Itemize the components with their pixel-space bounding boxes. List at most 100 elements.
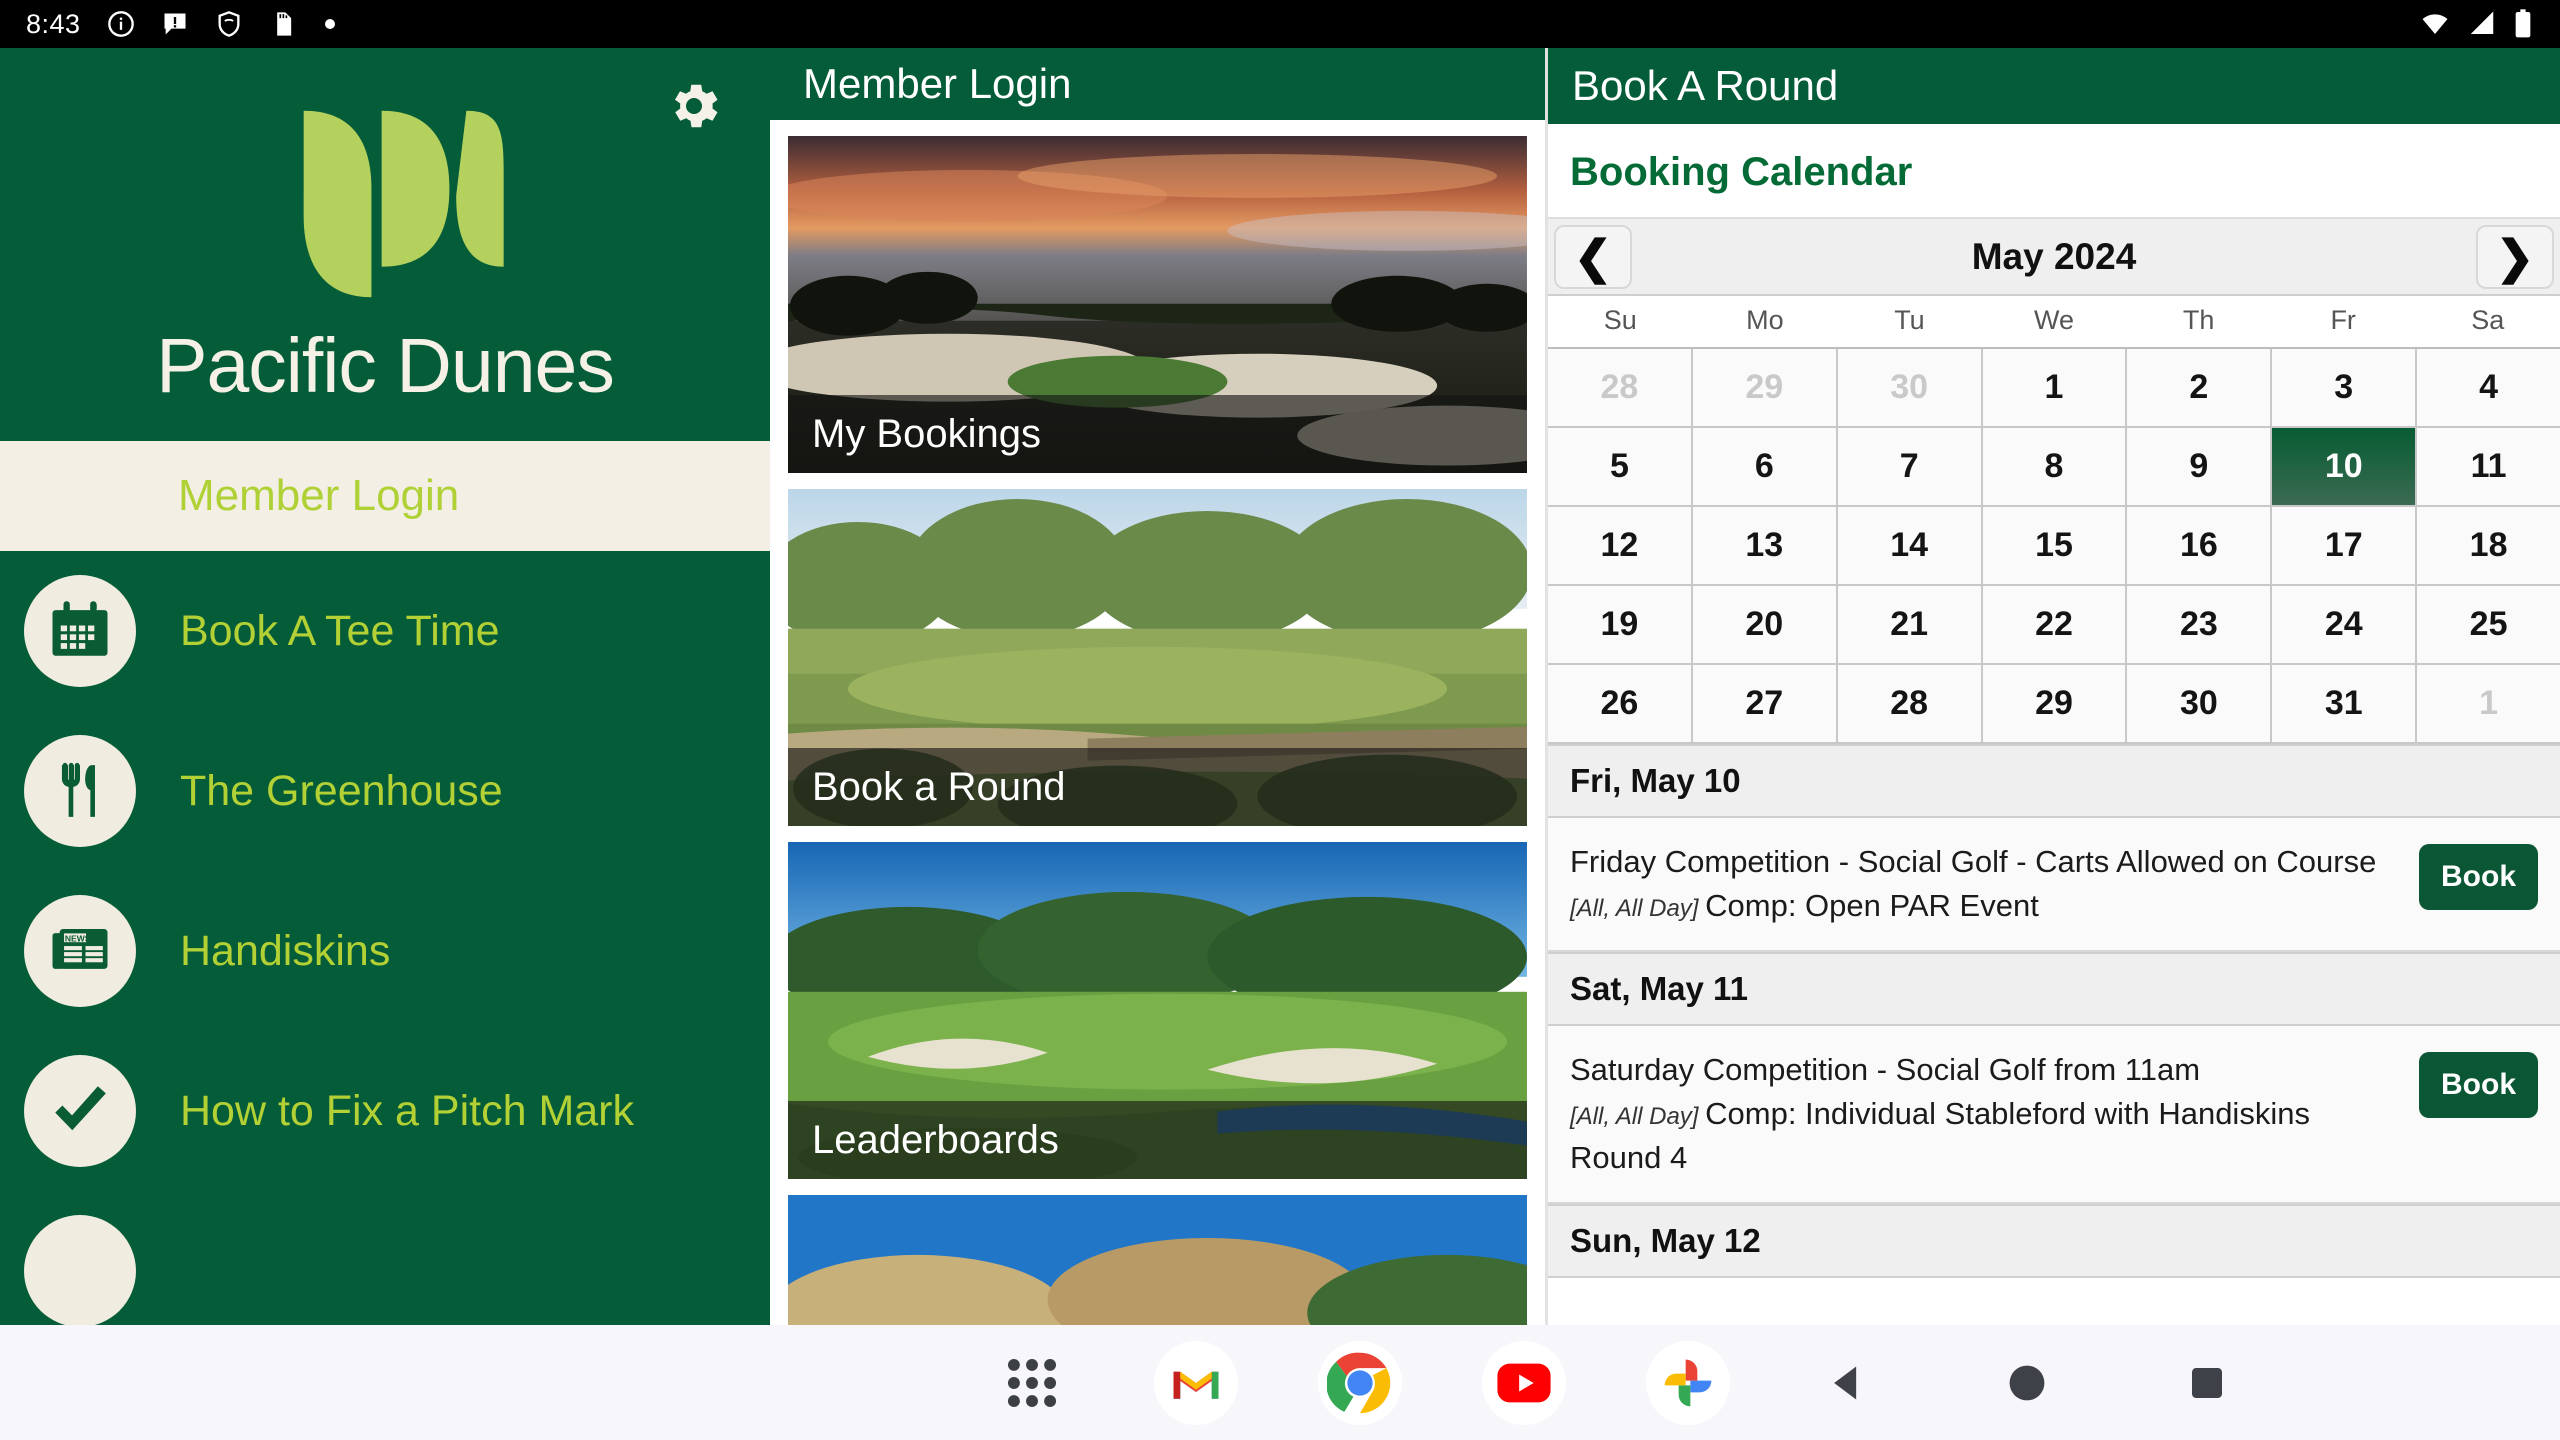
calendar-day-cell[interactable]: 8 [1982,428,2128,507]
calendar-day-cell[interactable]: 17 [2272,507,2418,586]
left-sidebar: Pacific Dunes Member Login Book A Tee Ti… [0,48,770,1325]
agenda-event-text: Friday Competition - Social Golf - Carts… [1570,840,2401,928]
svg-text:NEWS: NEWS [65,933,91,943]
calendar-day-cell[interactable]: 15 [1982,507,2128,586]
battery-icon [2512,8,2534,40]
calendar-next-month-button[interactable]: ❯ [2476,224,2554,289]
calendar-prev-month-button[interactable]: ❮ [1554,224,1632,289]
calendar-day-cell[interactable]: 24 [2272,586,2418,665]
calendar-week-row: 28 29 30 1 2 3 4 [1548,349,2560,428]
gmail-icon[interactable] [1154,1340,1238,1425]
calendar-day-cell[interactable]: 22 [1982,586,2128,665]
calendar-day-cell[interactable]: 25 [2417,586,2560,665]
dot-icon [323,17,337,31]
google-photos-icon[interactable] [1646,1340,1730,1425]
calendar-day-cell-selected[interactable]: 10 [2272,428,2418,507]
brand-name: Pacific Dunes [156,323,615,409]
calendar-day-cell[interactable]: 28 [1548,349,1693,428]
calendar-day-cell[interactable]: 21 [1837,586,1983,665]
news-icon: NEWS [24,895,136,1007]
calendar-day-cell[interactable]: 1 [1982,349,2128,428]
calendar-day-cell[interactable]: 29 [1692,349,1838,428]
calendar-day-cell[interactable]: 29 [1982,665,2128,744]
calendar-day-cell[interactable]: 31 [2272,665,2418,744]
card-my-bookings[interactable]: My Bookings [788,136,1527,473]
agenda-event-allday-tag: [All, All Day] [1570,895,1706,923]
sidebar-item-book-a-tee-time[interactable]: Book A Tee Time [0,551,770,711]
card-label: My Bookings [812,411,1041,456]
youtube-icon[interactable] [1482,1340,1566,1425]
calendar-month-label: May 2024 [1971,235,2137,277]
calendar-day-cell[interactable]: 16 [2127,507,2273,586]
card-label-bar: My Bookings [788,395,1527,473]
book-button[interactable]: Book [2419,1052,2538,1119]
sidebar-item-next-partial[interactable] [0,1191,770,1325]
card-label-bar: Book a Round [788,748,1527,826]
calendar-day-cell[interactable]: 11 [2417,428,2560,507]
wifi-icon [2418,9,2452,39]
calendar-day-header: Su [1603,305,1637,335]
agenda-event-row: Friday Competition - Social Golf - Carts… [1548,818,2560,953]
pacific-dunes-logo-icon [303,110,504,298]
status-bar: 8:43 [0,0,2560,48]
calendar-day-cell[interactable]: 27 [1692,665,1838,744]
calendar-week-row: 5 6 7 8 9 10 11 [1548,428,2560,507]
calendar-day-cell[interactable]: 20 [1692,586,1838,665]
calendar-day-headers: Su Mo Tu We Th Fr Sa [1548,296,2560,349]
sidebar-member-login-banner[interactable]: Member Login [0,441,770,551]
gear-icon[interactable] [664,76,724,136]
sidebar-item-handiskins[interactable]: NEWS Handiskins [0,871,770,1031]
booking-calendar-heading: Booking Calendar [1570,150,1913,194]
calendar-day-cell[interactable]: 7 [1837,428,1983,507]
calendar-day-cell[interactable]: 26 [1548,665,1693,744]
calendar-day-cell[interactable]: 23 [2127,586,2273,665]
card-image-fairway [788,1195,1527,1325]
calendar-day-cell[interactable]: 3 [2272,349,2418,428]
card-partial-next[interactable] [788,1195,1527,1325]
chrome-icon[interactable] [1318,1340,1402,1425]
recents-icon[interactable] [2172,1348,2242,1418]
calendar-day-cell[interactable]: 2 [2127,349,2273,428]
calendar-day-cell[interactable]: 4 [2417,349,2560,428]
calendar-week-row: 12 13 14 15 16 17 18 [1548,507,2560,586]
book-button[interactable]: Book [2419,844,2538,910]
sidebar-item-label: Handiskins [180,926,391,975]
calendar-week-row: 26 27 28 29 30 31 1 [1548,665,2560,744]
partial-icon [24,1215,136,1325]
calendar-day-cell[interactable]: 12 [1548,507,1693,586]
middle-panel-header: Member Login [770,48,1545,120]
card-leaderboards[interactable]: Leaderboards [788,842,1527,1179]
calendar-day-header: Sa [2471,305,2505,335]
card-label: Leaderboards [812,1117,1059,1162]
calendar-day-header: Fr [2330,305,2356,335]
calendar-day-cell[interactable]: 13 [1692,507,1838,586]
agenda-event-title: Friday Competition - Social Golf - Carts… [1570,844,2377,879]
calendar-day-cell[interactable]: 14 [1837,507,1983,586]
middle-panel: Member Login My Bookings Book a Round Le… [770,48,1545,1325]
shield-icon [215,10,243,38]
card-book-a-round[interactable]: Book a Round [788,489,1527,826]
status-bar-left: 8:43 [26,9,337,40]
system-nav-bar [1812,1348,2242,1418]
calendar-day-cell[interactable]: 9 [2127,428,2273,507]
card-label: Book a Round [812,764,1066,809]
calendar-day-cell[interactable]: 28 [1837,665,1983,744]
calendar-day-cell[interactable]: 6 [1692,428,1838,507]
calendar-day-cell[interactable]: 30 [2127,665,2273,744]
calendar-day-cell[interactable]: 30 [1837,349,1983,428]
calendar-day-cell[interactable]: 5 [1548,428,1693,507]
home-icon[interactable] [1992,1348,2062,1418]
app-drawer-icon[interactable] [990,1341,1074,1425]
calendar-day-cell[interactable]: 19 [1548,586,1693,665]
agenda-event-detail: [All, All Day] Comp: Open PAR Event [1570,888,2039,924]
sidebar-item-label: The Greenhouse [180,766,503,815]
calendar-day-cell[interactable]: 1 [2417,665,2560,744]
sidebar-item-label: Book A Tee Time [180,606,500,655]
calendar-day-cell[interactable]: 18 [2417,507,2560,586]
right-panel-header: Book A Round [1548,48,2560,124]
calendar-grid: 28 29 30 1 2 3 4 5 6 7 8 9 10 11 12 13 14 15 16 17 18 19 20 21 2… [1548,349,2560,744]
back-icon[interactable] [1812,1348,1882,1418]
sidebar-item-the-greenhouse[interactable]: The Greenhouse [0,711,770,871]
sidebar-item-how-to-fix-a-pitch-mark[interactable]: How to Fix a Pitch Mark [0,1031,770,1191]
agenda-event-row: Saturday Competition - Social Golf from … [1548,1026,2560,1205]
